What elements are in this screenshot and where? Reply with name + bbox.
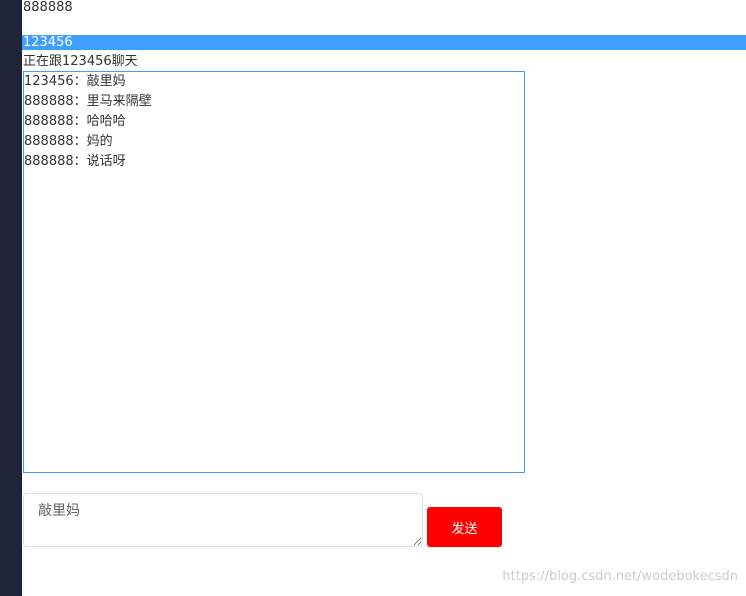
- message-list[interactable]: 123456：敲里妈 888888：里马来隔壁 888888：哈哈哈 88888…: [23, 71, 525, 473]
- left-sidebar-strip: [0, 0, 22, 596]
- chat-status-suffix: 聊天: [111, 54, 138, 69]
- message-item: 888888：里马来隔壁: [24, 94, 152, 109]
- message-item: 888888：哈哈哈: [24, 114, 126, 129]
- send-button[interactable]: 发送: [427, 507, 502, 547]
- chat-partner-name: 123456: [62, 54, 112, 69]
- chat-status-prefix: 正在跟: [23, 54, 63, 69]
- current-user-id: 888888: [23, 0, 73, 15]
- message-input[interactable]: 敲里妈: [23, 493, 423, 547]
- message-item: 888888：说话呀: [24, 154, 126, 169]
- chat-status-label: 正在跟123456聊天: [23, 53, 138, 71]
- message-item: 123456：敲里妈: [24, 74, 126, 89]
- contact-item-123456[interactable]: 123456: [22, 35, 746, 50]
- watermark-text: https://blog.csdn.net/wodebokecsdn: [502, 569, 738, 584]
- message-item: 888888：妈的: [24, 134, 113, 149]
